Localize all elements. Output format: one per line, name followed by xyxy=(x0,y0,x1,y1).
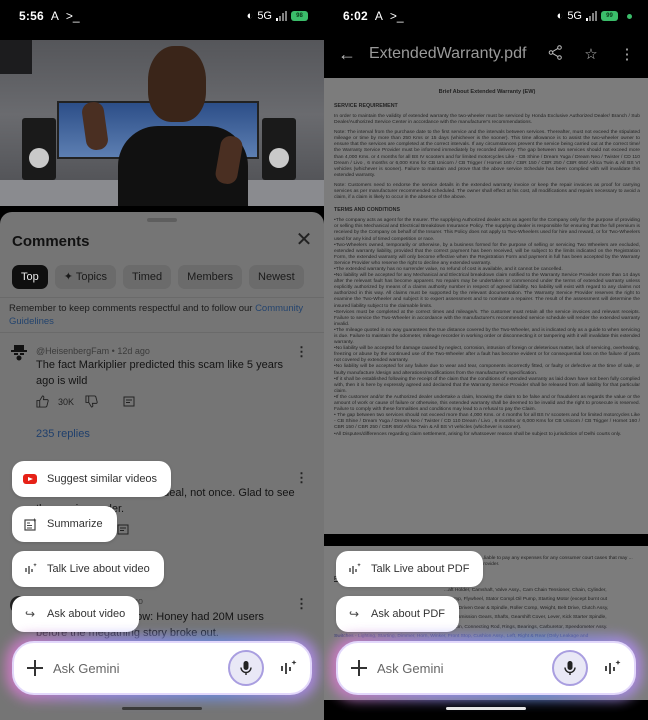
replies-link[interactable]: 235 replies xyxy=(36,428,90,440)
video-player[interactable] xyxy=(0,40,324,206)
pdf-paragraph: •Two-Wheelers owned, temporarily or othe… xyxy=(334,242,640,266)
avatar[interactable] xyxy=(10,344,28,362)
add-icon[interactable] xyxy=(27,660,43,676)
gesture-nav-bar[interactable] xyxy=(446,707,526,710)
speaker-left xyxy=(22,118,56,180)
section-title: TERMS AND CONDITIONS xyxy=(334,207,401,214)
filter-members[interactable]: Members xyxy=(178,265,243,289)
status-time: 5:56 xyxy=(19,9,44,23)
pdf-paragraph: In order to maintain the validity of ext… xyxy=(334,114,640,126)
ask-arrow-icon: ↪ xyxy=(24,607,36,621)
live-icon xyxy=(346,561,362,577)
more-options-icon[interactable]: ⋮ xyxy=(616,45,638,63)
live-icon xyxy=(281,660,297,674)
pdf-paragraph: •No liability will be accepted for damag… xyxy=(334,346,640,364)
reply-icon[interactable] xyxy=(123,396,135,408)
pdf-paragraph: • The gap between two services should no… xyxy=(334,413,640,431)
comment-filter-chips: Top ✦ Topics Timed Members Newest xyxy=(12,265,304,289)
filter-newest[interactable]: Newest xyxy=(249,265,304,289)
ask-about-video-button[interactable]: ↪ Ask about video xyxy=(12,596,140,632)
pdf-paragraph: •No liability will be accepted for any f… xyxy=(334,364,640,376)
reply-icon[interactable] xyxy=(117,524,129,536)
font-icon: A xyxy=(374,9,383,23)
signal-icon xyxy=(586,11,597,21)
battery-icon: 99 xyxy=(601,11,618,21)
comment-text: The fact Markiplier predicted this scam … xyxy=(36,359,283,387)
pdf-paragraph: Note: Customers need to endorse the serv… xyxy=(334,182,640,201)
pdf-heading: Brief About Extended Warranty (EW) xyxy=(438,89,536,95)
pdf-paragraph: •The mileage quoted in no way guarantees… xyxy=(334,327,640,346)
pdf-page-1[interactable]: Brief About Extended Warranty (EW) SERVI… xyxy=(324,78,648,534)
ask-gemini-input[interactable]: Ask Gemini xyxy=(53,661,228,676)
vibrate-icon: ◐ xyxy=(246,10,254,22)
talk-live-about-video-button[interactable]: Talk Live about video xyxy=(12,551,164,587)
status-time: 6:02 xyxy=(343,9,368,23)
live-icon xyxy=(22,561,38,577)
close-icon[interactable]: ✕ xyxy=(294,230,314,250)
gemini-input-bar: Ask Gemini xyxy=(12,641,312,695)
drag-handle[interactable] xyxy=(147,218,177,222)
talk-live-about-pdf-button[interactable]: Talk Live about PDF xyxy=(336,551,484,587)
speaker-right xyxy=(262,118,296,180)
divider xyxy=(0,297,324,298)
pdf-viewer-screen: 6:02 A >_ ◐ 5G 99 ← ExtendedWarranty.pdf… xyxy=(324,0,648,720)
network-type: 5G xyxy=(257,10,272,22)
pdf-paragraph: •If it shall be established following th… xyxy=(334,376,640,394)
star-icon[interactable]: ☆ xyxy=(580,45,602,63)
summarize-icon xyxy=(22,516,38,532)
mic-icon xyxy=(240,661,252,675)
page-gap xyxy=(324,534,648,546)
ask-gemini-input[interactable]: Ask Gemini xyxy=(377,661,552,676)
youtube-comments-screen: 5:56 A >_ ◐ 5G 98 Comments ✕ Top ✦ Topic… xyxy=(0,0,324,720)
network-type: 5G xyxy=(567,10,582,22)
gemini-live-button[interactable] xyxy=(601,657,623,679)
pdf-paragraph: •All Disputes/differences regarding clai… xyxy=(334,431,622,437)
comment-meta: @HeisenbergFam • 12d ago xyxy=(36,346,150,356)
ask-arrow-icon: ↪ xyxy=(348,607,360,621)
signal-icon xyxy=(276,11,287,21)
pdf-toolbar: ← ExtendedWarranty.pdf ☆ ⋮ xyxy=(324,32,648,76)
mic-icon xyxy=(564,661,576,675)
pdf-paragraph: •Services must be completed at the corre… xyxy=(334,309,640,327)
comments-title: Comments xyxy=(12,233,90,250)
status-bar: 5:56 A >_ ◐ 5G 98 xyxy=(0,0,324,32)
gemini-live-button[interactable] xyxy=(277,657,299,679)
pdf-title: ExtendedWarranty.pdf xyxy=(369,45,527,62)
filter-timed[interactable]: Timed xyxy=(123,265,172,289)
pdf-paragraph: •If the customer and/or the Authorized d… xyxy=(334,394,640,413)
more-options-icon[interactable]: ⋮ xyxy=(295,470,308,486)
vibrate-icon: ◐ xyxy=(556,10,564,22)
summarize-button[interactable]: Summarize xyxy=(12,506,117,542)
battery-icon: 98 xyxy=(291,11,308,21)
ask-about-pdf-button[interactable]: ↪ Ask about PDF xyxy=(336,596,459,632)
filter-top[interactable]: Top xyxy=(12,265,48,289)
add-icon[interactable] xyxy=(351,660,367,676)
status-bar: 6:02 A >_ ◐ 5G 99 xyxy=(324,0,648,32)
font-icon: A xyxy=(50,9,59,23)
terminal-icon: >_ xyxy=(65,9,80,23)
terminal-icon: >_ xyxy=(389,9,404,23)
live-icon xyxy=(605,660,621,674)
like-icon[interactable] xyxy=(36,395,49,408)
like-count: 30K xyxy=(58,396,75,407)
dislike-icon[interactable] xyxy=(85,395,98,408)
mic-button[interactable] xyxy=(552,650,588,686)
pdf-paragraph: •The company acts as agent for the Insur… xyxy=(334,218,640,242)
pdf-paragraph: •No liability will be accepted for any M… xyxy=(334,273,640,309)
gesture-nav-bar[interactable] xyxy=(122,707,202,710)
gemini-input-bar: Ask Gemini xyxy=(336,641,636,695)
privacy-indicator-dot xyxy=(627,13,632,19)
suggest-similar-videos-button[interactable]: Suggest similar videos xyxy=(12,461,172,497)
share-icon[interactable] xyxy=(544,44,566,64)
back-arrow-icon[interactable]: ← xyxy=(338,44,358,65)
pdf-paragraph: Note: The interval from the purchase dat… xyxy=(334,130,640,178)
guidelines-notice: Remember to keep comments respectful and… xyxy=(9,303,304,327)
youtube-icon xyxy=(22,471,38,487)
section-title: SERVICE REQUIREMENT xyxy=(334,103,398,109)
filter-topics[interactable]: ✦ Topics xyxy=(54,265,117,289)
mic-button[interactable] xyxy=(228,650,264,686)
